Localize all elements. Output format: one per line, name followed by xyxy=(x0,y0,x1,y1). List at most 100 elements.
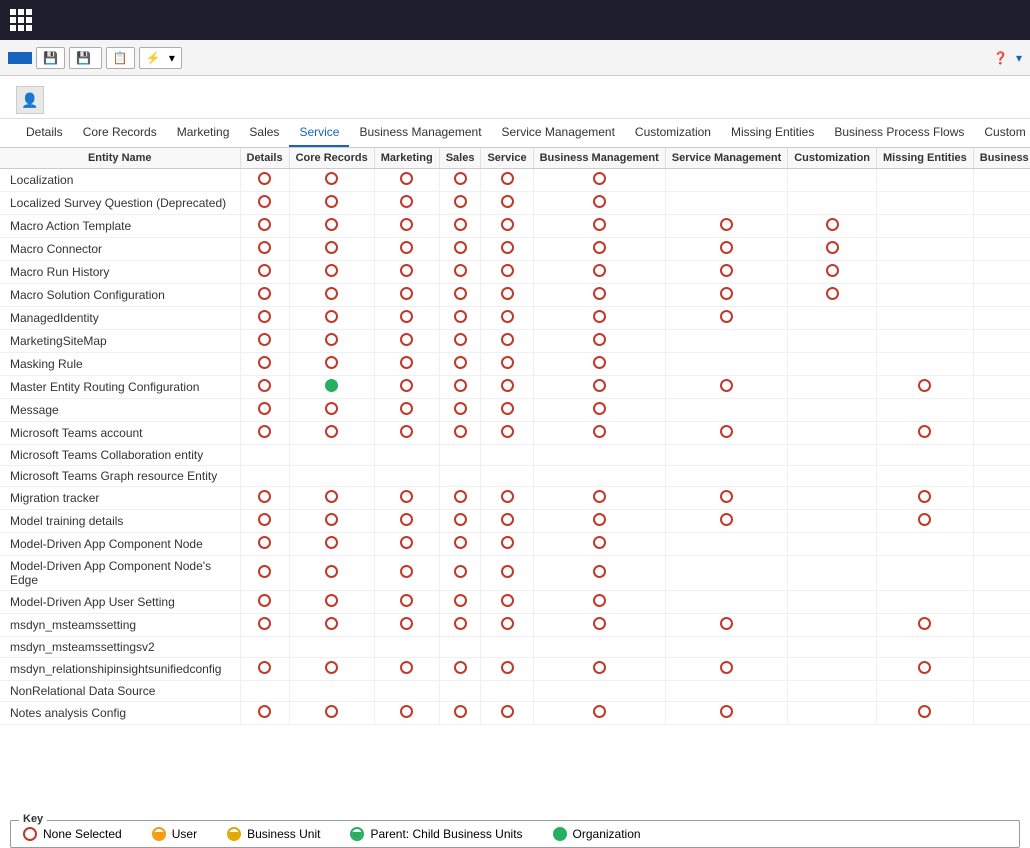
permission-cell[interactable] xyxy=(877,399,974,422)
tab-business-management[interactable]: Business Management xyxy=(349,119,491,147)
permission-cell[interactable] xyxy=(439,533,481,556)
permission-cell[interactable] xyxy=(665,330,787,353)
permission-cell[interactable] xyxy=(439,238,481,261)
permission-cell[interactable] xyxy=(533,238,665,261)
permission-cell[interactable] xyxy=(289,307,374,330)
permission-cell[interactable] xyxy=(374,215,439,238)
permission-cell[interactable] xyxy=(289,169,374,192)
permission-cell[interactable] xyxy=(973,556,1030,591)
permission-cell[interactable] xyxy=(665,399,787,422)
permission-cell[interactable] xyxy=(877,353,974,376)
permission-cell[interactable] xyxy=(439,192,481,215)
permission-cell[interactable] xyxy=(788,399,877,422)
permission-cell[interactable] xyxy=(289,702,374,725)
permission-cell[interactable] xyxy=(788,307,877,330)
permission-cell[interactable] xyxy=(973,445,1030,466)
permission-cell[interactable] xyxy=(240,192,289,215)
permission-cell[interactable] xyxy=(877,487,974,510)
permission-cell[interactable] xyxy=(289,658,374,681)
help-button[interactable]: ❓ ▾ xyxy=(993,51,1022,65)
tab-core-records[interactable]: Core Records xyxy=(73,119,167,147)
permission-cell[interactable] xyxy=(788,353,877,376)
permission-cell[interactable] xyxy=(374,614,439,637)
permission-cell[interactable] xyxy=(973,422,1030,445)
permission-cell[interactable] xyxy=(240,445,289,466)
permission-cell[interactable] xyxy=(533,169,665,192)
permission-cell[interactable] xyxy=(973,399,1030,422)
permission-cell[interactable] xyxy=(877,533,974,556)
permission-cell[interactable] xyxy=(481,487,533,510)
permission-cell[interactable] xyxy=(481,238,533,261)
permission-cell[interactable] xyxy=(973,307,1030,330)
permission-cell[interactable] xyxy=(788,192,877,215)
permission-cell[interactable] xyxy=(240,591,289,614)
permission-cell[interactable] xyxy=(788,422,877,445)
permission-cell[interactable] xyxy=(877,169,974,192)
permission-cell[interactable] xyxy=(533,637,665,658)
permission-cell[interactable] xyxy=(481,399,533,422)
permission-cell[interactable] xyxy=(973,261,1030,284)
permission-cell[interactable] xyxy=(788,556,877,591)
permission-cell[interactable] xyxy=(240,637,289,658)
permission-cell[interactable] xyxy=(289,556,374,591)
permission-cell[interactable] xyxy=(481,261,533,284)
permission-cell[interactable] xyxy=(877,376,974,399)
permission-cell[interactable] xyxy=(665,591,787,614)
permission-cell[interactable] xyxy=(788,330,877,353)
permission-cell[interactable] xyxy=(877,681,974,702)
permission-cell[interactable] xyxy=(481,556,533,591)
permission-cell[interactable] xyxy=(439,487,481,510)
permission-cell[interactable] xyxy=(481,614,533,637)
permission-cell[interactable] xyxy=(973,681,1030,702)
permission-cell[interactable] xyxy=(240,556,289,591)
tab-details[interactable]: Details xyxy=(16,119,73,147)
permission-cell[interactable] xyxy=(289,422,374,445)
permission-cell[interactable] xyxy=(788,261,877,284)
permission-cell[interactable] xyxy=(533,353,665,376)
permission-cell[interactable] xyxy=(877,192,974,215)
tab-marketing[interactable]: Marketing xyxy=(167,119,240,147)
permission-cell[interactable] xyxy=(665,445,787,466)
save-icon-button[interactable]: 💾 xyxy=(36,47,65,69)
permission-cell[interactable] xyxy=(240,702,289,725)
permission-cell[interactable] xyxy=(374,192,439,215)
permission-cell[interactable] xyxy=(289,238,374,261)
permission-cell[interactable] xyxy=(289,353,374,376)
permission-cell[interactable] xyxy=(374,510,439,533)
permission-cell[interactable] xyxy=(788,591,877,614)
permission-cell[interactable] xyxy=(533,192,665,215)
permission-cell[interactable] xyxy=(665,284,787,307)
tab-customization[interactable]: Customization xyxy=(625,119,721,147)
permission-cell[interactable] xyxy=(973,510,1030,533)
permission-cell[interactable] xyxy=(877,637,974,658)
permission-cell[interactable] xyxy=(240,169,289,192)
permission-cell[interactable] xyxy=(439,591,481,614)
permission-cell[interactable] xyxy=(439,399,481,422)
permission-cell[interactable] xyxy=(289,215,374,238)
permission-cell[interactable] xyxy=(481,307,533,330)
permission-cell[interactable] xyxy=(973,466,1030,487)
permission-cell[interactable] xyxy=(533,487,665,510)
permission-cell[interactable] xyxy=(439,169,481,192)
permission-cell[interactable] xyxy=(374,238,439,261)
permission-cell[interactable] xyxy=(533,702,665,725)
permission-cell[interactable] xyxy=(665,422,787,445)
permission-cell[interactable] xyxy=(877,510,974,533)
permission-cell[interactable] xyxy=(289,614,374,637)
permission-cell[interactable] xyxy=(788,658,877,681)
permission-cell[interactable] xyxy=(877,238,974,261)
permission-cell[interactable] xyxy=(788,681,877,702)
permission-cell[interactable] xyxy=(973,614,1030,637)
permission-cell[interactable] xyxy=(481,637,533,658)
permission-cell[interactable] xyxy=(533,399,665,422)
permission-cell[interactable] xyxy=(374,422,439,445)
permission-cell[interactable] xyxy=(439,261,481,284)
waffle-icon[interactable] xyxy=(10,9,32,31)
permission-cell[interactable] xyxy=(665,510,787,533)
permission-cell[interactable] xyxy=(439,466,481,487)
permission-cell[interactable] xyxy=(289,399,374,422)
permission-cell[interactable] xyxy=(973,533,1030,556)
permission-cell[interactable] xyxy=(973,238,1030,261)
permission-cell[interactable] xyxy=(533,658,665,681)
permission-cell[interactable] xyxy=(877,591,974,614)
